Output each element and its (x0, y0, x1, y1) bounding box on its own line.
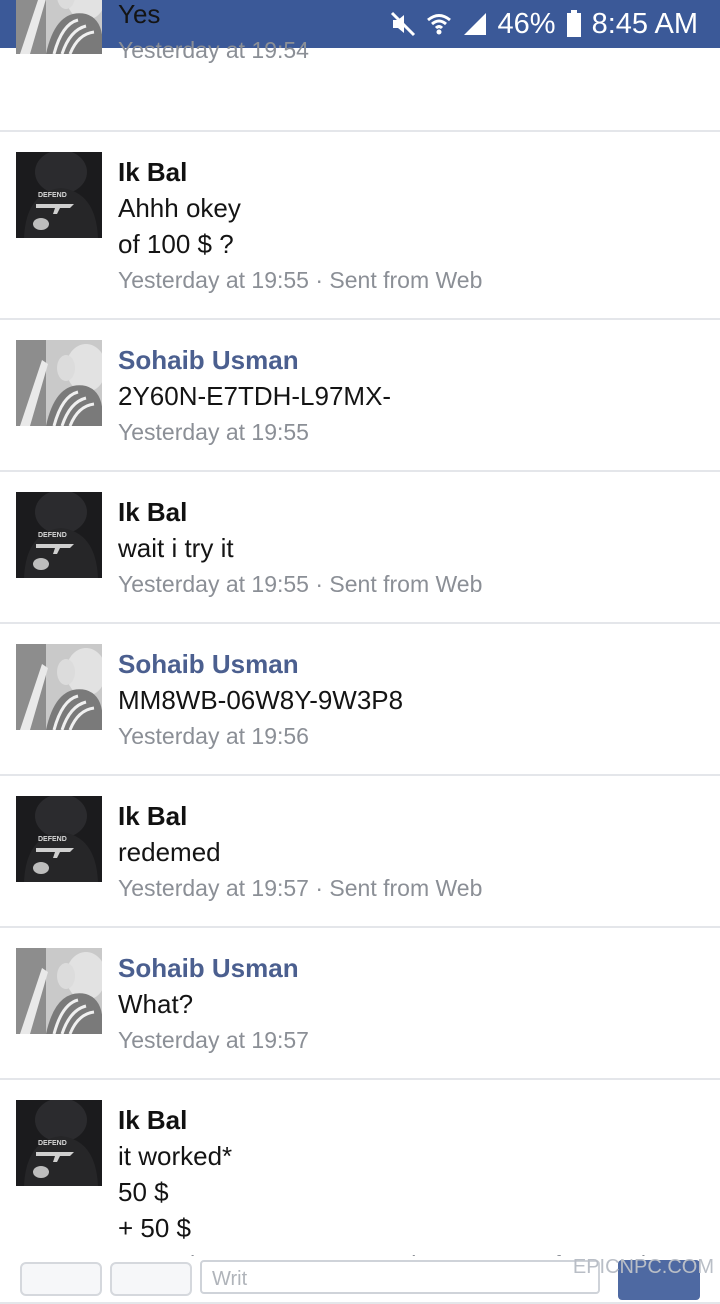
message-content: Ik Bal Ahhh okey of 100 $ ? Yesterday at 19… (118, 154, 710, 298)
message-text: redemed (118, 837, 221, 867)
message-content: Ik Bal wait i try it Yesterday at 19:55 · … (118, 494, 710, 602)
message-content: Ik Bal redemed Yesterday at 19:57 · Sent f… (118, 798, 710, 906)
message-input[interactable]: Writ (200, 1260, 600, 1294)
message-text: What? (118, 989, 194, 1019)
message-timestamp: Yesterday at 19:55 · Sent from Web (118, 571, 483, 597)
sender-name[interactable]: Ik Bal (118, 798, 710, 834)
sender-name[interactable]: Sohaib Usman (118, 950, 710, 986)
message-timestamp: Yesterday at 19:57 (118, 1027, 309, 1053)
message-content: Yes Yesterday at 19:54 (118, 0, 710, 68)
message-item[interactable]: DEFEND Ik Bal redemed Yesterday at 19:57 ·… (0, 776, 720, 928)
avatar[interactable]: DEFEND (16, 796, 102, 882)
composer-like-button[interactable] (20, 1262, 102, 1296)
svg-text:DEFEND: DEFEND (38, 192, 67, 199)
avatar[interactable]: DEFEND (16, 492, 102, 578)
message-item[interactable]: Sohaib Usman 2Y60N-E7TDH-L97MX- Yesterday … (0, 320, 720, 472)
avatar[interactable] (16, 948, 102, 1034)
message-timestamp: Yesterday at 19:55 · Sent from Web (118, 267, 483, 293)
svg-text:DEFEND: DEFEND (38, 532, 67, 539)
message-timestamp: Yesterday at 19:57 · Sent from Web (118, 875, 483, 901)
sender-name[interactable]: Ik Bal (118, 1102, 710, 1138)
sender-name[interactable]: Ik Bal (118, 494, 710, 530)
message-text: + 50 $ (118, 1213, 192, 1243)
sender-name[interactable]: Ik Bal (118, 154, 710, 190)
message-item[interactable]: DEFEND Ik Bal wait i try it Yesterday at 1… (0, 472, 720, 624)
sender-name[interactable]: Sohaib Usman (118, 646, 710, 682)
message-text: 2Y60N-E7TDH-L97MX- (118, 381, 392, 411)
message-text: of 100 $ ? (118, 229, 234, 259)
avatar[interactable] (16, 0, 102, 54)
svg-text:DEFEND: DEFEND (38, 1140, 67, 1147)
avatar[interactable] (16, 644, 102, 730)
message-content: Ik Balit worked*50 $+ 50 $Yesterday at 1… (118, 1102, 710, 1282)
message-content: Sohaib Usman MM8WB-06W8Y-9W3P8 Yesterday a… (118, 646, 710, 754)
message-timestamp: Yesterday at 19:56 (118, 723, 309, 749)
message-text: Ahhh okey (118, 193, 241, 223)
message-timestamp: Yesterday at 19:54 (118, 37, 309, 63)
message-text: it worked* (118, 1141, 233, 1171)
message-item[interactable]: DEFEND Ik Bal Ahhh okey of 100 $ ? Yesterda… (0, 132, 720, 320)
message-text: MM8WB-06W8Y-9W3P8 (118, 685, 404, 715)
message-content: Sohaib Usman What? Yesterday at 19:57 (118, 950, 710, 1058)
message-text: Yes (118, 0, 161, 29)
message-item[interactable]: Sohaib Usman What? Yesterday at 19:57 (0, 928, 720, 1080)
avatar[interactable]: DEFEND (16, 1100, 102, 1186)
message-timestamp: Yesterday at 19:55 (118, 419, 309, 445)
message-item[interactable]: Sohaib Usman MM8WB-06W8Y-9W3P8 Yesterday a… (0, 624, 720, 776)
sender-name[interactable]: Sohaib Usman (118, 342, 710, 378)
svg-text:DEFEND: DEFEND (38, 836, 67, 843)
message-text: 50 $ (118, 1177, 169, 1207)
message-thread: Yes Yesterday at 19:54 DEFEND Ik Bal Ahhh … (0, 0, 720, 1304)
avatar[interactable] (16, 340, 102, 426)
watermark: EPICNPC.COM (572, 1256, 714, 1278)
avatar[interactable]: DEFEND (16, 152, 102, 238)
composer-attach-button[interactable] (110, 1262, 192, 1296)
message-text: wait i try it (118, 533, 234, 563)
message-content: Sohaib Usman 2Y60N-E7TDH-L97MX- Yesterday … (118, 342, 710, 450)
message-item[interactable]: Yes Yesterday at 19:54 (0, 0, 720, 132)
